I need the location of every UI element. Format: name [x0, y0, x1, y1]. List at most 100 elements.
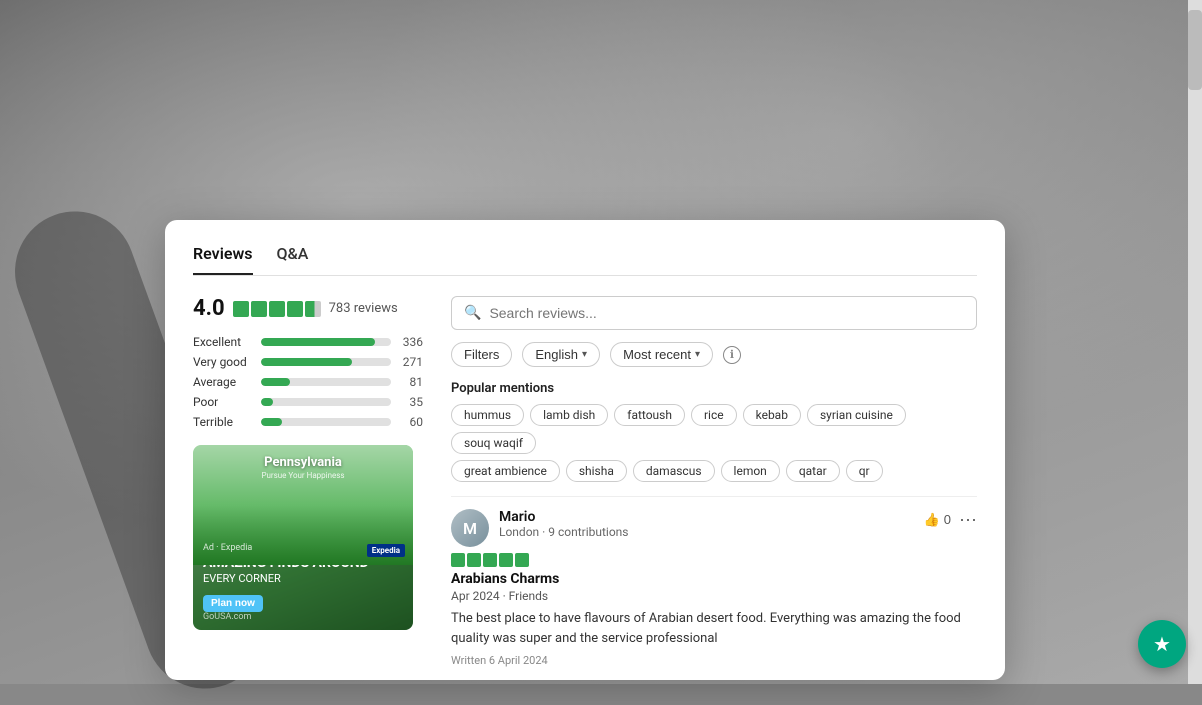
reviewer-actions: 👍 0 ···	[924, 509, 977, 530]
bar-track-verygood	[261, 358, 391, 366]
star-2	[251, 301, 267, 317]
tab-reviews[interactable]: Reviews	[193, 244, 253, 275]
bar-track-poor	[261, 398, 391, 406]
review-date: Written 6 April 2024	[451, 654, 977, 667]
ad-content: Ad · Expedia AMAZING FINDS AROUND EVERY …	[193, 535, 413, 630]
bar-poor: Poor 35	[193, 395, 423, 409]
scrollbar-thumb[interactable]	[1188, 10, 1202, 90]
tag-hummus[interactable]: hummus	[451, 404, 524, 426]
info-icon[interactable]: ℹ	[723, 346, 741, 364]
review-star-4	[499, 553, 513, 567]
review-stars	[451, 553, 977, 567]
ad-cta-button[interactable]: Plan now	[203, 595, 263, 612]
tag-qatar[interactable]: qatar	[786, 460, 840, 482]
sort-label: Most recent	[623, 347, 691, 362]
review-text: The best place to have flavours of Arabi…	[451, 609, 977, 648]
search-bar[interactable]: 🔍	[451, 296, 977, 330]
bar-fill-excellent	[261, 338, 375, 346]
bar-verygood: Very good 271	[193, 355, 423, 369]
popular-mentions: Popular mentions hummus lamb dish fattou…	[451, 381, 977, 482]
tag-shisha[interactable]: shisha	[566, 460, 627, 482]
page-scrollbar[interactable]	[1188, 0, 1202, 684]
filters-button[interactable]: Filters	[451, 342, 512, 367]
ad-source: GoUSA.com	[203, 612, 403, 622]
tag-qr[interactable]: qr	[846, 460, 883, 482]
bar-label-average: Average	[193, 375, 253, 389]
search-icon: 🔍	[464, 305, 481, 321]
reviewer-meta: London · 9 contributions	[499, 525, 629, 539]
reviewer-row: M Mario London · 9 contributions 👍 0 ···	[451, 509, 977, 547]
rating-bars: Excellent 336 Very good 271 Average	[193, 335, 423, 429]
tags-row-2: great ambience shisha damascus lemon qat…	[451, 460, 977, 482]
bar-fill-verygood	[261, 358, 352, 366]
bar-average: Average 81	[193, 375, 423, 389]
bar-label-excellent: Excellent	[193, 335, 253, 349]
tag-damascus[interactable]: damascus	[633, 460, 715, 482]
bar-track-excellent	[261, 338, 391, 346]
bar-fill-poor	[261, 398, 273, 406]
reviews-card: Reviews Q&A 4.0 783 reviews Excellent	[165, 220, 1005, 680]
review-star-1	[451, 553, 465, 567]
advertisement: Ad Pennsylvania Pursue Your Happiness Ex…	[193, 445, 413, 630]
star-3	[269, 301, 285, 317]
review-star-2	[467, 553, 481, 567]
tab-bar: Reviews Q&A	[193, 244, 977, 276]
left-panel: 4.0 783 reviews Excellent 336	[193, 296, 423, 667]
bar-count-terrible: 60	[399, 415, 423, 429]
filter-bar: Filters English ▾ Most recent ▾ ℹ	[451, 342, 977, 367]
review-star-3	[483, 553, 497, 567]
rating-stars	[233, 301, 321, 317]
bar-track-average	[261, 378, 391, 386]
bar-fill-average	[261, 378, 290, 386]
bar-count-excellent: 336	[399, 335, 423, 349]
popular-mentions-title: Popular mentions	[451, 381, 977, 396]
like-button[interactable]: 👍 0	[924, 512, 951, 528]
tag-fattoush[interactable]: fattoush	[614, 404, 685, 426]
content-layout: 4.0 783 reviews Excellent 336	[193, 296, 977, 667]
rating-score: 4.0	[193, 296, 225, 321]
ad-sub-subtitle: EVERY CORNER	[203, 572, 403, 585]
review-count: 783 reviews	[329, 301, 398, 316]
avatar: M	[451, 509, 489, 547]
review-title: Arabians Charms	[451, 571, 977, 587]
tag-kebab[interactable]: kebab	[743, 404, 801, 426]
like-count: 0	[944, 512, 951, 527]
tab-qa[interactable]: Q&A	[277, 244, 309, 275]
ad-small-text: Ad · Expedia	[203, 543, 403, 553]
language-label: English	[535, 347, 578, 362]
language-dropdown[interactable]: English ▾	[522, 342, 600, 367]
reviewer-details: Mario London · 9 contributions	[499, 509, 629, 539]
tag-lamb-dish[interactable]: lamb dish	[530, 404, 608, 426]
review-star-5	[515, 553, 529, 567]
bar-fill-terrible	[261, 418, 282, 426]
reviewer-name: Mario	[499, 509, 629, 525]
ad-brand-title: Pennsylvania	[264, 455, 342, 470]
rating-summary: 4.0 783 reviews	[193, 296, 423, 321]
star-5-half	[305, 301, 321, 317]
more-options-button[interactable]: ···	[959, 509, 977, 530]
bar-label-terrible: Terrible	[193, 415, 253, 429]
chevron-down-icon: ▾	[695, 349, 700, 360]
bar-terrible: Terrible 60	[193, 415, 423, 429]
star-4	[287, 301, 303, 317]
bar-count-verygood: 271	[399, 355, 423, 369]
search-input[interactable]	[489, 305, 964, 321]
review-card: M Mario London · 9 contributions 👍 0 ···	[451, 496, 977, 667]
bar-label-verygood: Very good	[193, 355, 253, 369]
bar-count-poor: 35	[399, 395, 423, 409]
ad-subtitle: Pursue Your Happiness	[261, 471, 344, 480]
bar-count-average: 81	[399, 375, 423, 389]
star-1	[233, 301, 249, 317]
tag-rice[interactable]: rice	[691, 404, 737, 426]
tag-syrian-cuisine[interactable]: syrian cuisine	[807, 404, 906, 426]
floating-action-button[interactable]: ★	[1138, 620, 1186, 668]
tag-lemon[interactable]: lemon	[721, 460, 780, 482]
review-trip-type: Apr 2024 · Friends	[451, 589, 977, 603]
bar-excellent: Excellent 336	[193, 335, 423, 349]
thumbs-up-icon: 👍	[924, 512, 940, 528]
sort-dropdown[interactable]: Most recent ▾	[610, 342, 713, 367]
reviewer-info: M Mario London · 9 contributions	[451, 509, 629, 547]
tag-great-ambience[interactable]: great ambience	[451, 460, 560, 482]
tags-row-1: hummus lamb dish fattoush rice kebab syr…	[451, 404, 977, 454]
tag-souq-waqif[interactable]: souq waqif	[451, 432, 536, 454]
